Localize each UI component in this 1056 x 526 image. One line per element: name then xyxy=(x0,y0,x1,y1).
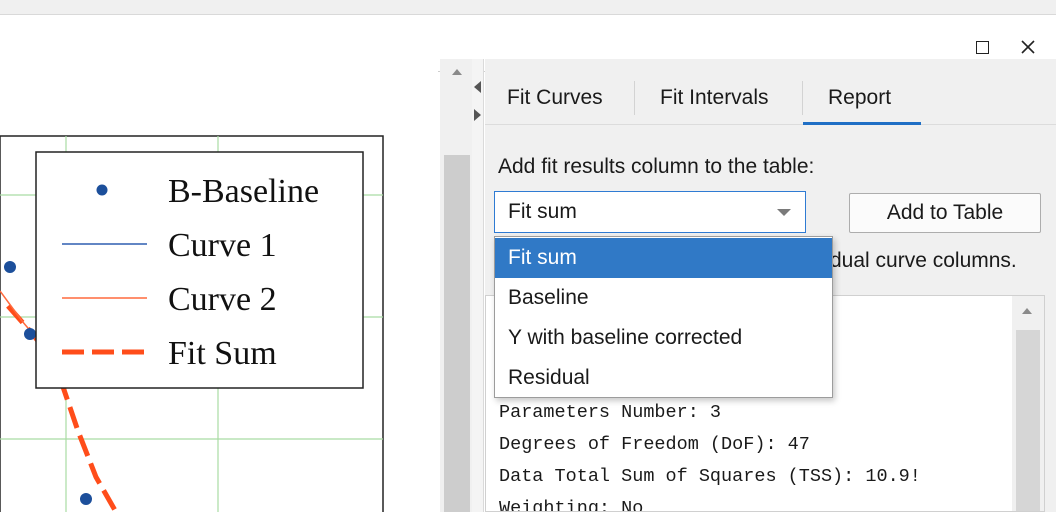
graph-preview: B-Baseline Curve 1 Curve 2 Fit Sum xyxy=(0,59,438,512)
close-icon xyxy=(1021,40,1035,54)
partially-hidden-label: dual curve columns. xyxy=(830,249,1017,272)
dropdown-option-baseline[interactable]: Baseline xyxy=(495,278,832,318)
active-tab-indicator xyxy=(803,122,921,125)
legend-label-fitsum: Fit Sum xyxy=(168,335,277,372)
dropdown-option-fit-sum[interactable]: Fit sum xyxy=(495,238,832,278)
report-vertical-scrollbar[interactable] xyxy=(1012,296,1044,511)
legend-label-baseline: B-Baseline xyxy=(168,173,319,210)
collapse-left-icon[interactable] xyxy=(474,81,481,93)
scrollbar-thumb[interactable] xyxy=(1016,330,1040,511)
report-line: Parameters Number: 3 xyxy=(499,402,722,423)
tab-divider xyxy=(634,81,635,115)
close-button[interactable] xyxy=(1014,33,1042,61)
tab-report[interactable]: Report xyxy=(828,79,891,117)
maximize-button[interactable] xyxy=(968,33,996,61)
fit-results-select[interactable]: Fit sum xyxy=(494,191,806,233)
report-line: Degrees of Freedom (DoF): 47 xyxy=(499,434,810,455)
legend: B-Baseline Curve 1 Curve 2 Fit Sum xyxy=(35,151,364,389)
panel-splitter[interactable] xyxy=(472,59,484,512)
graph-canvas: B-Baseline Curve 1 Curve 2 Fit Sum xyxy=(0,135,384,512)
select-value: Fit sum xyxy=(508,200,577,223)
add-column-label: Add fit results column to the table: xyxy=(498,155,815,178)
report-line: Data Total Sum of Squares (TSS): 10.9! xyxy=(499,466,921,487)
fit-results-dropdown-list: Fit sum Baseline Y with baseline correct… xyxy=(494,236,833,398)
add-to-table-button[interactable]: Add to Table xyxy=(849,193,1041,233)
report-line: Weighting: No xyxy=(499,498,644,512)
graph-vertical-scrollbar[interactable] xyxy=(440,59,472,512)
tab-divider xyxy=(802,81,803,115)
scroll-up-icon[interactable] xyxy=(1022,308,1032,314)
legend-label-curve2: Curve 2 xyxy=(168,281,277,318)
baseline-point xyxy=(4,261,16,273)
tab-fit-intervals[interactable]: Fit Intervals xyxy=(660,79,769,117)
legend-dot-icon xyxy=(96,184,108,196)
legend-label-curve1: Curve 1 xyxy=(168,227,277,264)
baseline-point xyxy=(80,493,92,505)
top-strip xyxy=(0,0,1056,14)
scrollbar-thumb[interactable] xyxy=(444,155,470,512)
expand-right-icon[interactable] xyxy=(474,109,481,121)
dropdown-option-residual[interactable]: Residual xyxy=(495,358,832,398)
scroll-up-icon[interactable] xyxy=(452,69,462,75)
tab-fit-curves[interactable]: Fit Curves xyxy=(507,79,603,117)
chevron-down-icon[interactable] xyxy=(777,209,791,216)
tab-bar: Fit Curves Fit Intervals Report xyxy=(485,71,1056,125)
dropdown-option-y-baseline-corrected[interactable]: Y with baseline corrected xyxy=(495,318,832,358)
maximize-icon xyxy=(975,40,989,54)
baseline-point xyxy=(24,328,36,340)
